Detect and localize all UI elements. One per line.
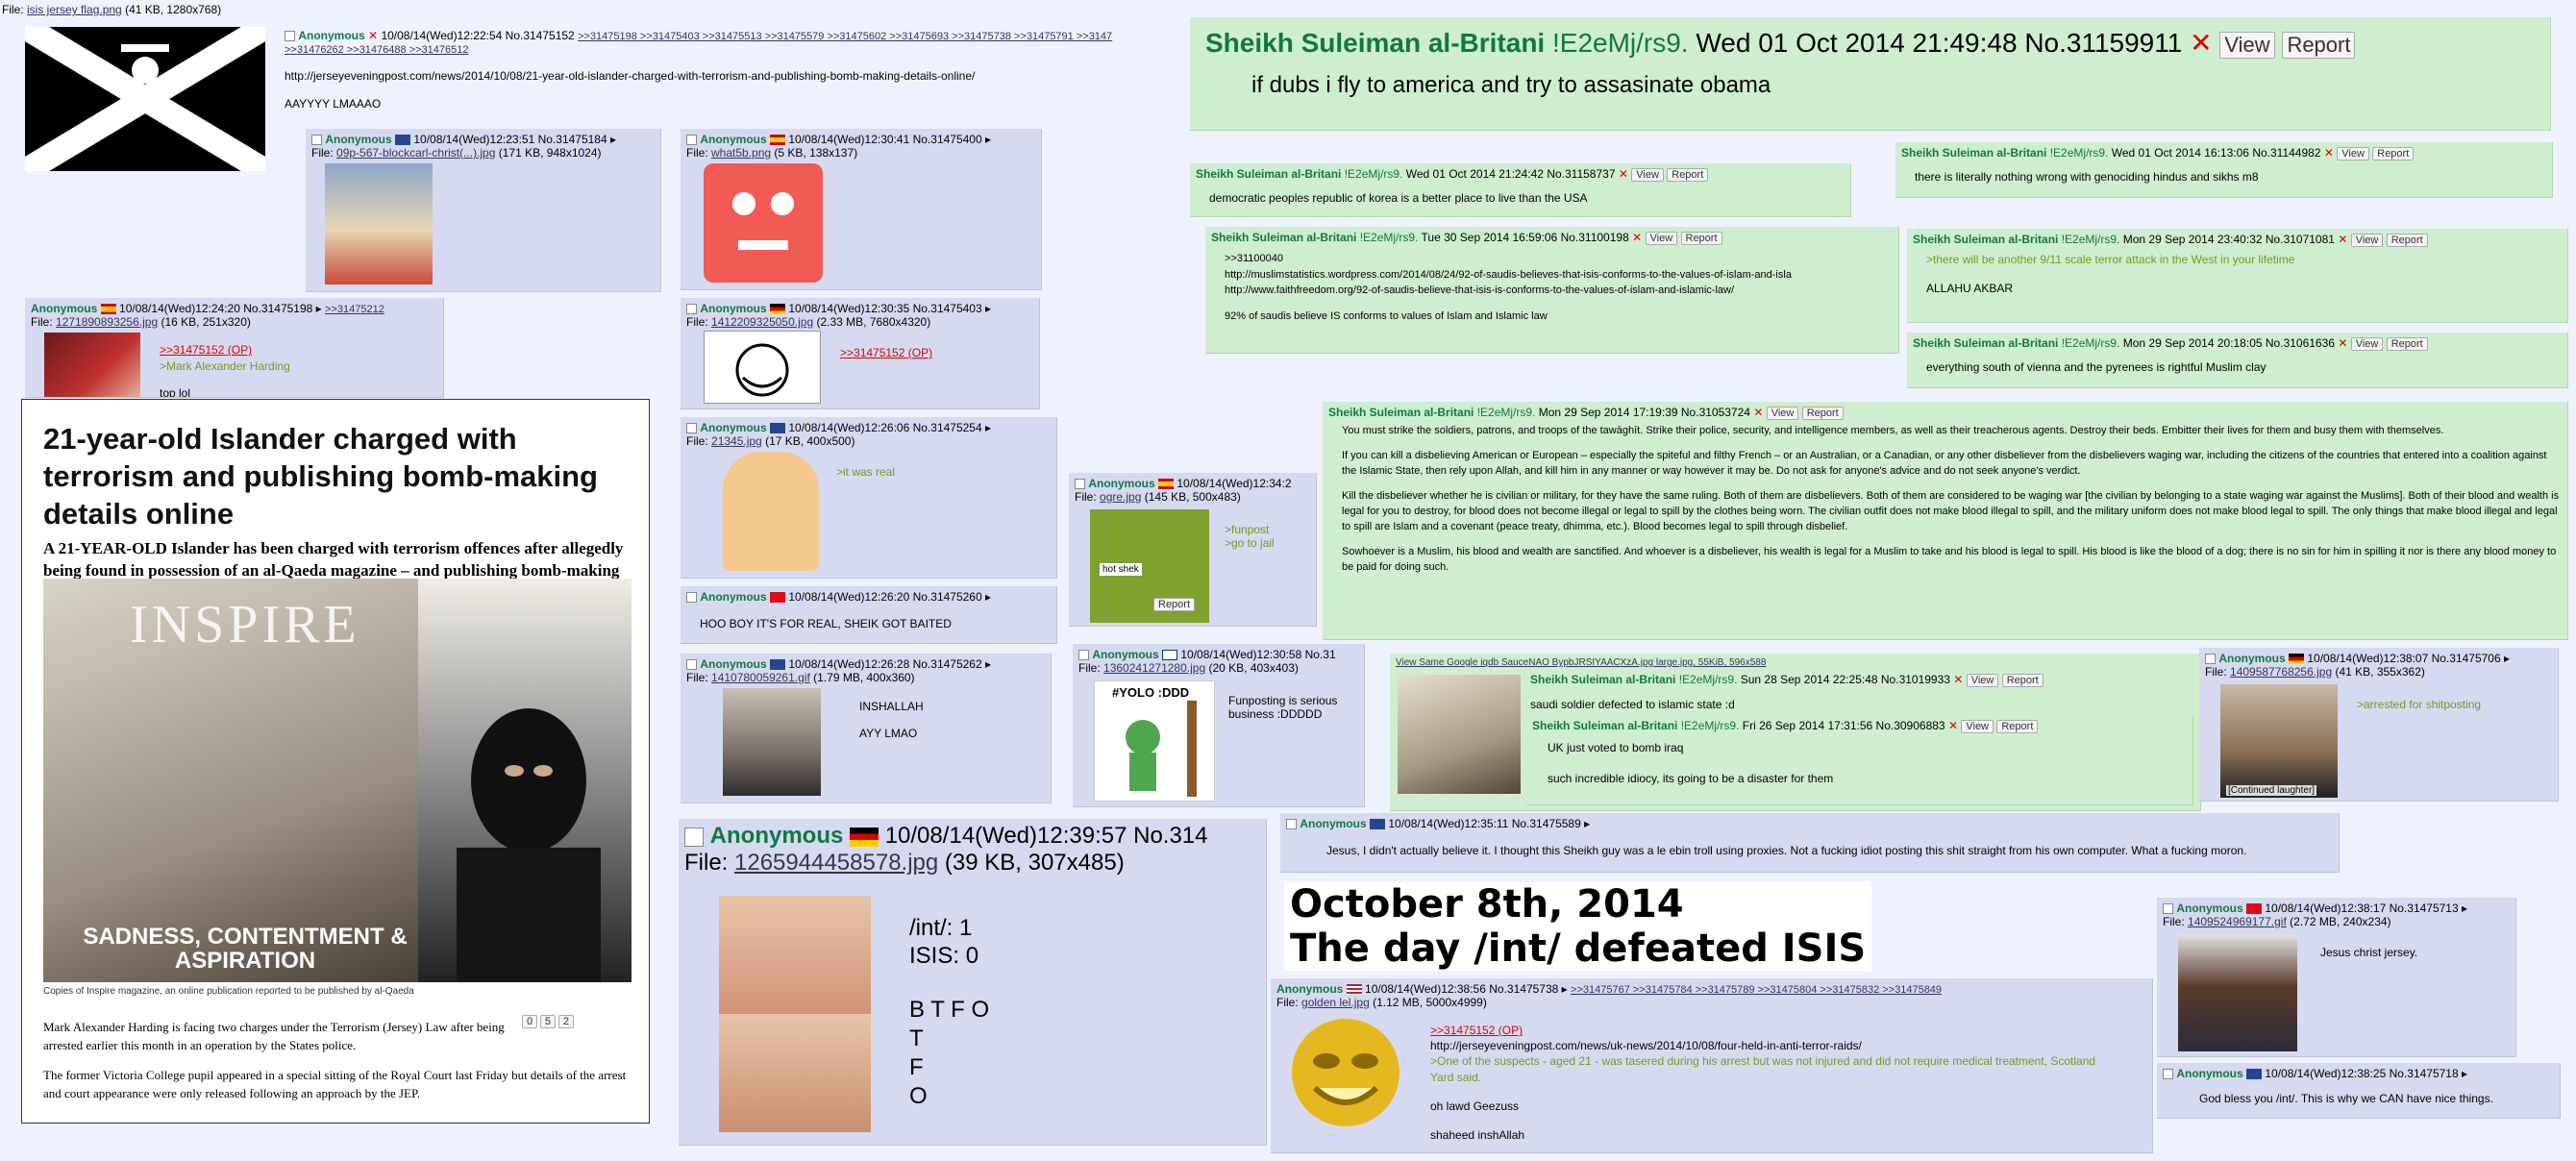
germany-flag-icon xyxy=(850,827,879,847)
post-ogre: Anonymous 10/08/14(Wed)12:34:2 File: ogr… xyxy=(1069,473,1317,627)
shocked-girl-image[interactable] xyxy=(719,896,871,1132)
sheikh-post-31159911: Sheikh Suleiman al-Britani !E2eMj/rs9. W… xyxy=(1190,17,2551,131)
ogre-report-button: Report xyxy=(1153,598,1196,611)
caption-headline: October 8th, 2014 The day /int/ defeated… xyxy=(1284,882,1872,971)
post-31475403: Anonymous 10/08/14(Wed)12:30:35 No.31475… xyxy=(681,298,1040,409)
saudi-soldier-image[interactable] xyxy=(1398,675,1521,794)
article-paragraph-2: The former Victoria College pupil appear… xyxy=(43,1068,627,1100)
post-31475254: Anonymous 10/08/14(Wed)12:26:06 No.31475… xyxy=(681,417,1057,579)
op-image-flag[interactable] xyxy=(25,27,265,171)
news-article-clipping: 21-year-old Islander charged with terror… xyxy=(21,399,650,1124)
view-button[interactable]: View xyxy=(2219,32,2275,59)
turkey-flag-icon xyxy=(2246,903,2263,915)
man-in-suit-image[interactable] xyxy=(2178,934,2297,1051)
share-count-1[interactable]: 0 xyxy=(522,1015,538,1028)
sheikh-post-31071081: Sheikh Suleiman al-Britani !E2eMj/rs9. M… xyxy=(1907,229,2568,323)
finland-flag-icon xyxy=(1162,650,1178,661)
ogre-image[interactable]: hot shek Report xyxy=(1090,509,1209,623)
op-backlinks-2[interactable]: >>31476262 >>31476488 >>31476512 xyxy=(285,44,468,56)
uk-flag-icon xyxy=(1370,819,1386,830)
uk-flag-icon xyxy=(770,423,786,434)
op-checkbox[interactable] xyxy=(285,31,295,42)
post-btfo: Anonymous 10/08/14(Wed)12:39:57 No.314 F… xyxy=(679,819,1267,1146)
germany-flag-icon xyxy=(770,304,786,315)
golden-lel-face-image[interactable] xyxy=(1286,1013,1405,1132)
post-31475713: Anonymous 10/08/14(Wed)12:38:17 No.31475… xyxy=(2157,898,2516,1057)
germany-flag-icon xyxy=(2289,654,2305,665)
laughing-woman-image[interactable] xyxy=(44,333,140,397)
post-31475198: Anonymous 10/08/14(Wed)12:24:20 No.31475… xyxy=(25,298,444,398)
op-backlinks[interactable]: >>31475198 >>31475403 >>31475513 >>31475… xyxy=(578,31,1112,42)
op-file-info: File: isis jersey flag.png (41 KB, 1280x… xyxy=(2,3,222,16)
post-31475262: Anonymous 10/08/14(Wed)12:26:28 No.31475… xyxy=(681,654,1052,803)
delete-icon[interactable]: ✕ xyxy=(2190,28,2212,58)
op-file-link[interactable]: isis jersey flag.png xyxy=(27,3,122,16)
post-31475184: Anonymous 10/08/14(Wed)12:23:51 No.31475… xyxy=(306,129,661,292)
turkey-flag-icon xyxy=(770,592,786,604)
spain-flag-icon xyxy=(100,304,116,315)
article-paragraph-1: Mark Alexander Harding is facing two cha… xyxy=(43,1020,505,1052)
man-portrait-image[interactable] xyxy=(723,688,821,796)
share-count-2[interactable]: 5 xyxy=(539,1015,557,1028)
yolo-image[interactable]: #YOLO :DDD xyxy=(1094,680,1215,802)
sheikh-post-30906883: Sheikh Suleiman al-Britani !E2eMj/rs9. F… xyxy=(1526,715,2193,805)
red-face-image[interactable] xyxy=(704,163,823,283)
op-flag-icon: ✕ xyxy=(368,29,379,42)
op-text: AAYYYY LMAAAO xyxy=(285,97,382,111)
rage-comic-image[interactable] xyxy=(704,331,821,404)
post-31475589: Anonymous 10/08/14(Wed)12:35:11 No.31475… xyxy=(1280,813,2340,873)
jesus-image[interactable] xyxy=(325,163,433,284)
like-count[interactable]: 2 xyxy=(557,1015,574,1028)
post-31475718: Anonymous 10/08/14(Wed)12:38:25 No.31475… xyxy=(2157,1063,2561,1119)
article-headline: 21-year-old Islander charged with terror… xyxy=(43,422,598,531)
usa-flag-icon xyxy=(1346,984,1362,996)
report-button[interactable]: Report xyxy=(2282,32,2356,59)
cartoon-boy-image[interactable] xyxy=(723,452,819,571)
sheikh-post-31144982: Sheikh Suleiman al-Britani !E2eMj/rs9. W… xyxy=(1895,142,2553,198)
post-31475738: Anonymous 10/08/14(Wed)12:38:56 No.31475… xyxy=(1271,978,2153,1153)
post-31475260: Anonymous 10/08/14(Wed)12:26:20 No.31475… xyxy=(681,586,1057,644)
post-yolo: Anonymous 10/08/14(Wed)12:30:58 No.31 Fi… xyxy=(1073,644,1365,807)
spain-flag-icon xyxy=(1158,479,1175,490)
post-31475706: Anonymous 10/08/14(Wed)12:38:07 No.31475… xyxy=(2199,648,2559,802)
sheikh-post-31061636: Sheikh Suleiman al-Britani !E2eMj/rs9. M… xyxy=(1907,333,2568,388)
spain-flag-icon xyxy=(770,135,786,146)
op-url: http://jerseyeveningpost.com/news/2014/1… xyxy=(285,69,976,83)
article-image-caption: Copies of Inspire magazine, an online pu… xyxy=(43,986,414,997)
share-bar: 0 5 2 xyxy=(522,1015,574,1028)
post-31475400: Anonymous 10/08/14(Wed)12:30:41 No.31475… xyxy=(681,129,1042,290)
article-image: INSPIRE SADNESS, CONTENTMENT & ASPIRATIO… xyxy=(43,579,632,982)
laughing-man-image[interactable]: [Continued laughter] xyxy=(2220,684,2338,798)
sheikh-post-31100198: Sheikh Suleiman al-Britani !E2eMj/rs9. T… xyxy=(1205,227,1899,354)
uk-flag-icon xyxy=(395,135,411,146)
sheikh-post-31158737: Sheikh Suleiman al-Britani !E2eMj/rs9. W… xyxy=(1190,163,1851,217)
uk-flag-icon xyxy=(770,659,786,671)
uk-flag-icon xyxy=(2246,1069,2263,1080)
sheikh-post-31053724: Sheikh Suleiman al-Britani !E2eMj/rs9. M… xyxy=(1323,402,2568,640)
op-header: Anonymous ✕ 10/08/14(Wed)12:22:54 No.314… xyxy=(285,29,1112,42)
